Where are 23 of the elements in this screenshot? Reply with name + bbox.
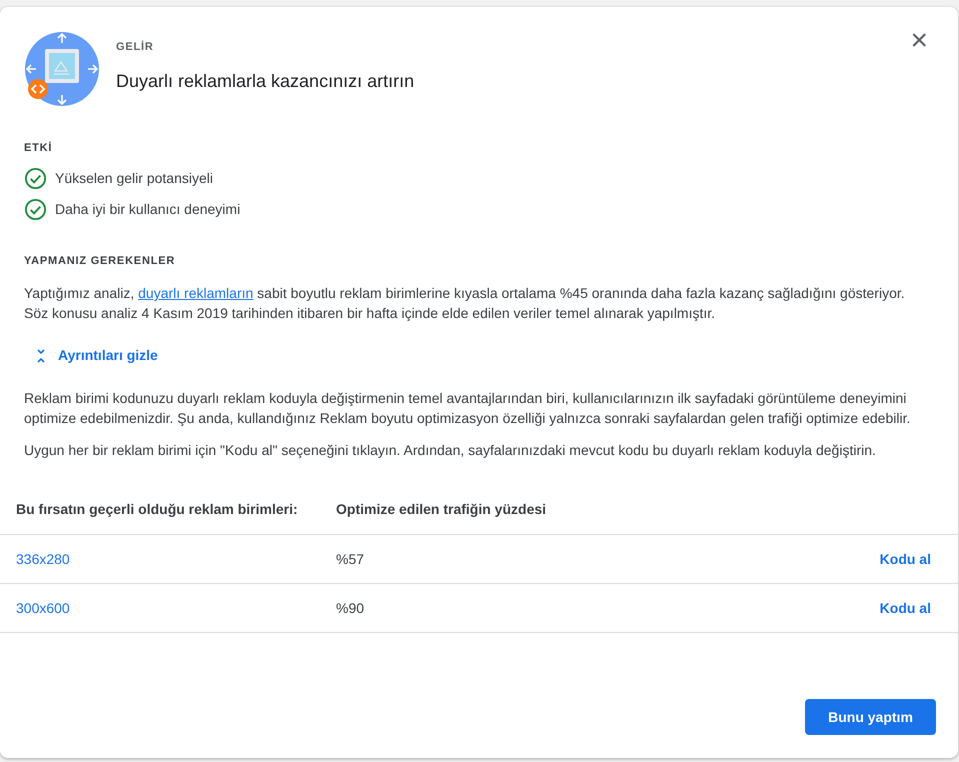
close-button[interactable]: ×	[904, 25, 934, 57]
get-code-button[interactable]: Kodu al	[880, 548, 931, 570]
section-heading: YAPMANIZ GEREKENLER	[24, 254, 176, 268]
benefit-text: Daha iyi bir kullanıcı deneyimi	[55, 200, 240, 219]
column-header: Optimize edilen trafiğin yüzdesi	[336, 500, 548, 519]
column-header: Bu fırsatın geçerli olduğu reklam birimleri:	[16, 500, 299, 519]
table-cell: %57	[336, 550, 364, 566]
responsive-ad-icon	[24, 31, 100, 107]
ad-unit-link[interactable]: 300x600	[16, 600, 70, 616]
collapse-icon	[36, 348, 46, 362]
intro-paragraph: Yaptığımız analiz, duyarlı reklamların sabit boyutlu reklam birimlerine kıyasla ortalama %45 oranında daha fazla kazanç sağladığını gösteriyor. Söz konusu analiz 4 Kasım 2019 tarihinden itibaren bir hafta içinde elde edilen veriler temel alınarak yapılmıştır.	[24, 284, 906, 323]
benefit-text: Yükselen gelir potansiyeli	[55, 168, 213, 188]
section-heading: ETKİ	[24, 140, 54, 156]
ad-unit-link[interactable]: 336x280	[16, 550, 70, 566]
get-code-button[interactable]: Kodu al	[880, 598, 931, 618]
responsive-ads-link[interactable]: duyarlı reklamların	[138, 285, 254, 301]
details-paragraph: Uygun her bir reklam birimi için "Kodu al" seçeneğini tıklayın. Ardından, sayfalarınızdaki mevcut kodu bu duyarlı reklam koduyla değiştirin.	[24, 441, 877, 460]
toggle-details-button[interactable]: Ayrıntıları gizle	[36, 345, 158, 366]
table-cell: %90	[336, 600, 364, 616]
details-paragraph: Reklam birimi kodunuzu duyarlı reklam koduyla değiştirmenin temel avantajlarından biri, kullanıcılarınızın ilk sayfadaki görüntüleme deneyimini optimize edebilmenizdir. Şu anda, kullandığınız Reklam boyutu optimizasyon özelliği yalnızca sonraki sayfalardan gelen trafiği optimize edebilir.	[24, 389, 912, 428]
category-label: GELİR	[116, 40, 155, 55]
dialog-title: Duyarlı reklamlarla kazancınızı artırın	[116, 70, 416, 93]
done-button[interactable]: Bunu yaptım	[805, 699, 936, 735]
